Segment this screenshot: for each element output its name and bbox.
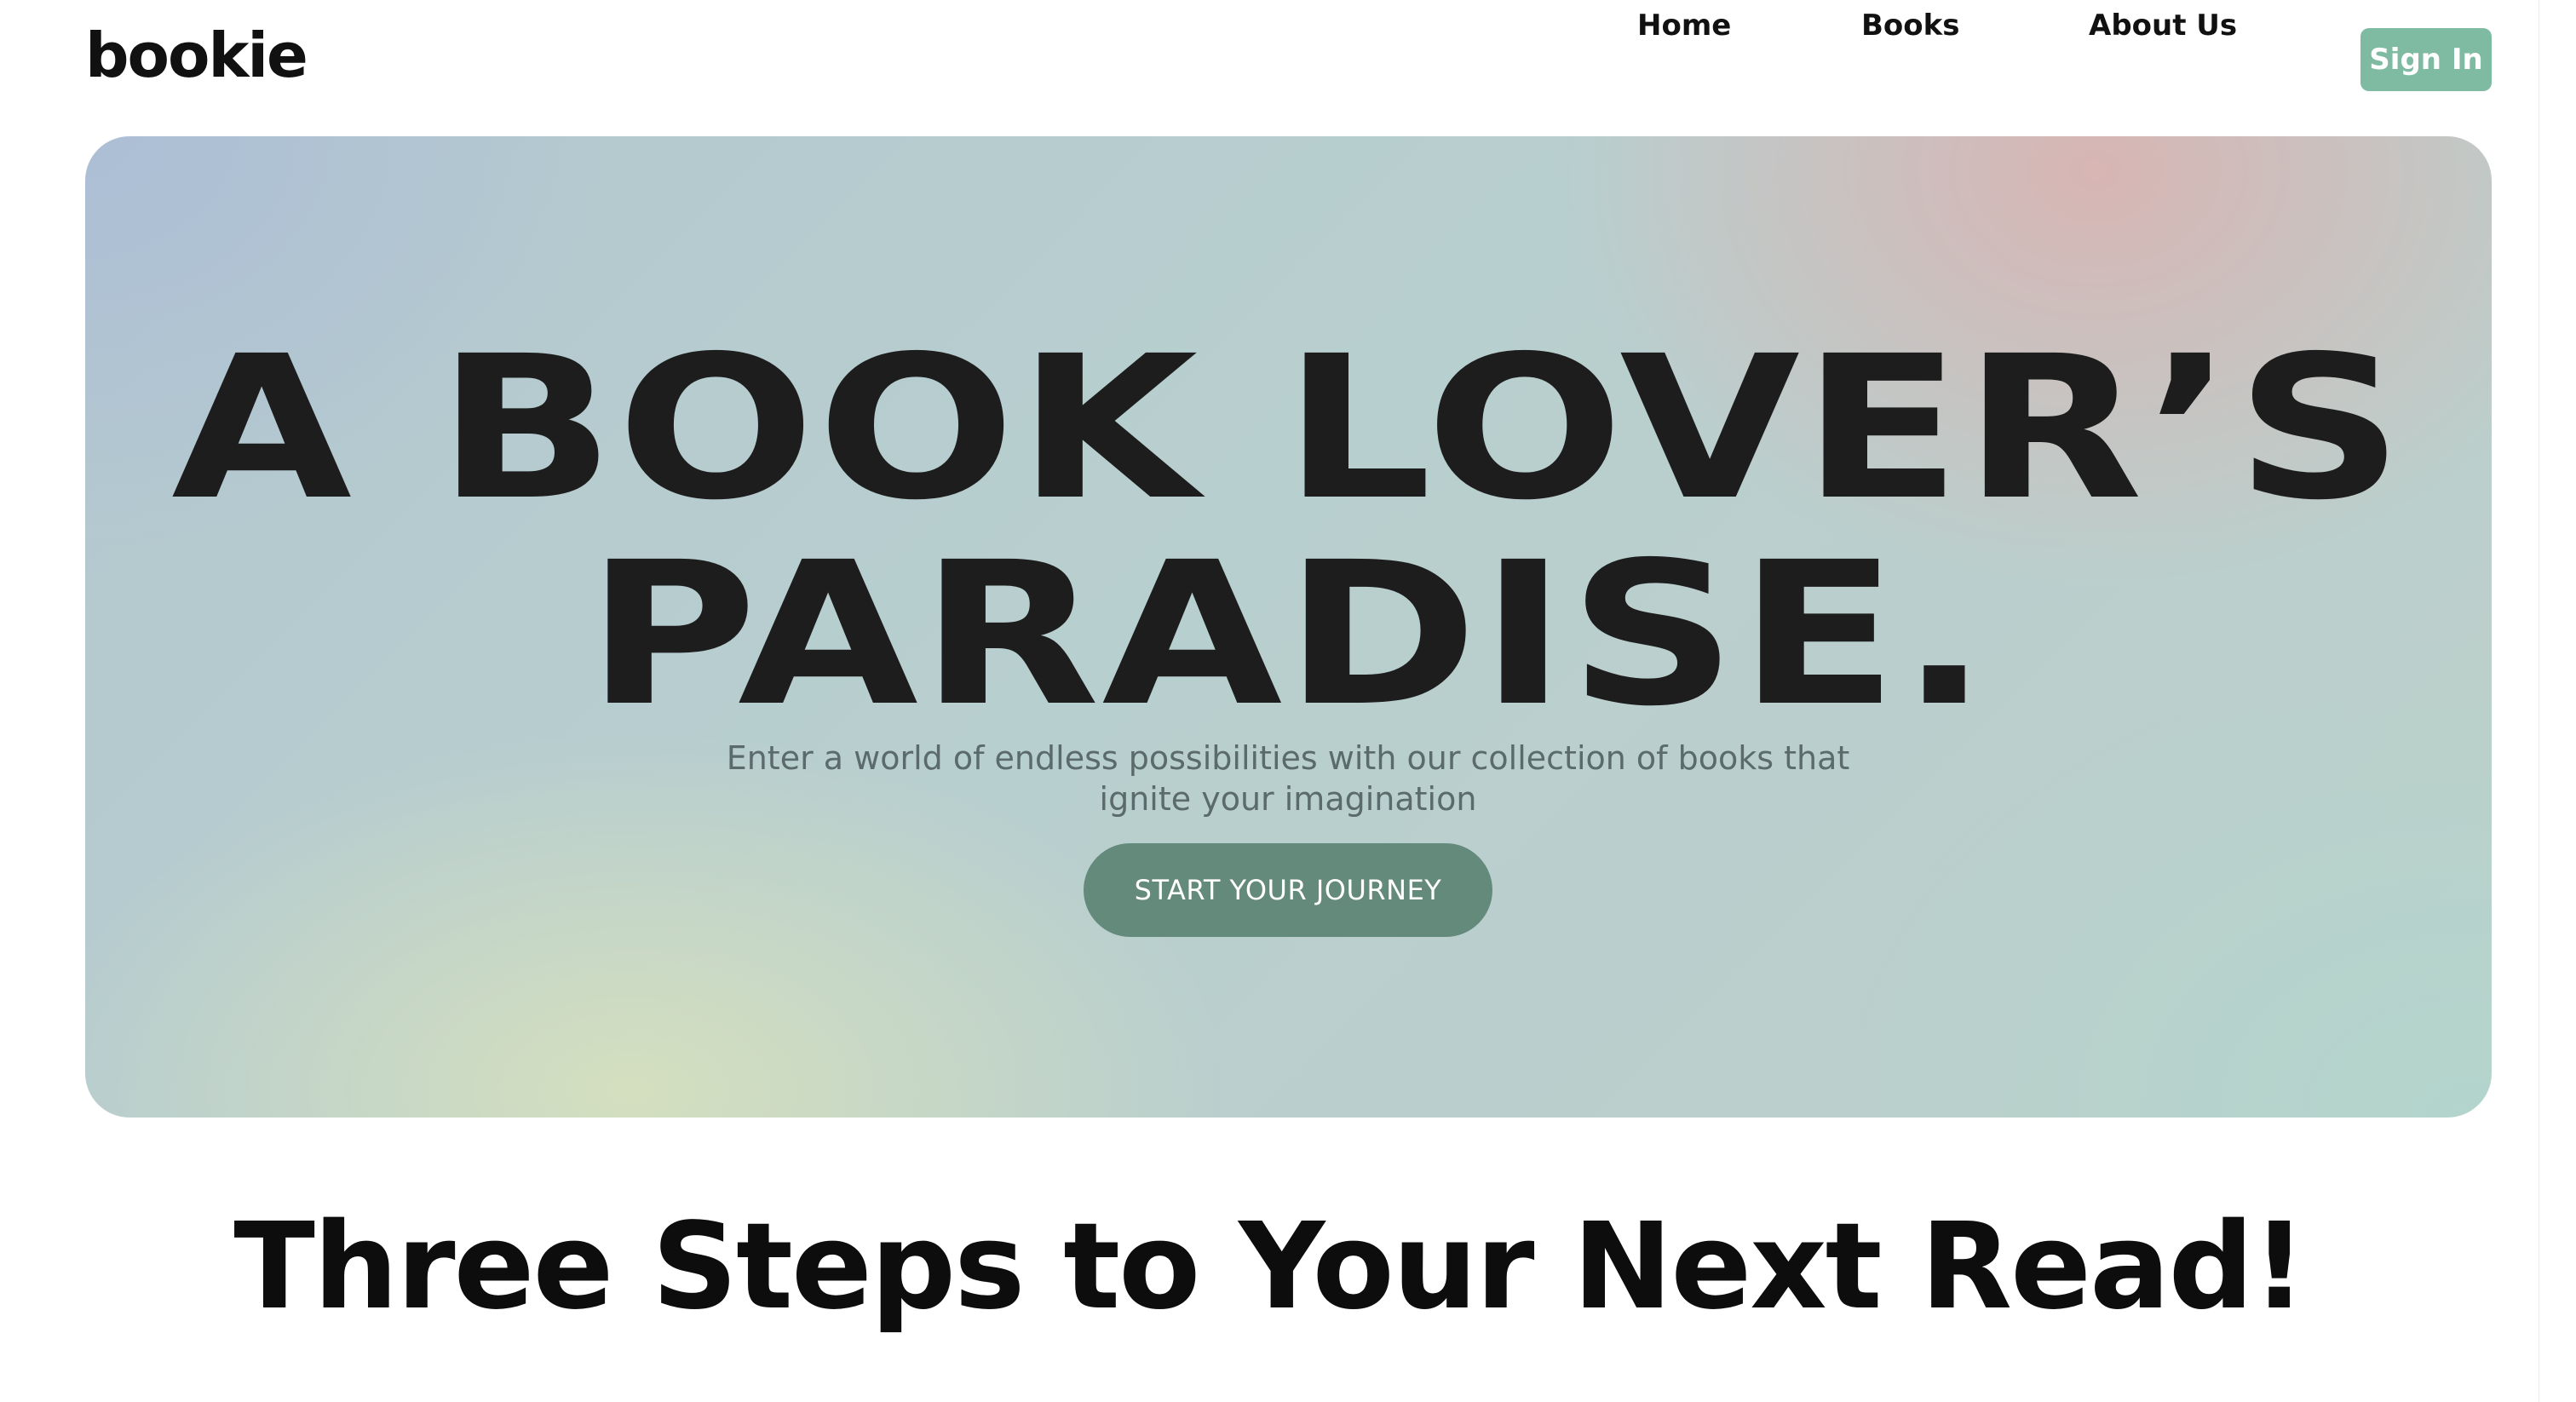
- hero-subtitle: Enter a world of endless possibilities w…: [726, 739, 1850, 818]
- hero-title-line-2: PARADISE.: [586, 520, 1991, 750]
- hero-banner: A BOOK LOVER’S PARADISE. Enter a world o…: [85, 136, 2492, 1118]
- start-journey-button[interactable]: START YOUR JOURNEY: [1084, 843, 1492, 937]
- nav-link-about-us[interactable]: About Us: [2089, 0, 2237, 51]
- hero-title: A BOOK LOVER’S PARADISE.: [85, 325, 2492, 738]
- page-scrollbar[interactable]: [2539, 0, 2576, 1402]
- nav-link-books[interactable]: Books: [1861, 0, 1959, 51]
- page: bookie Home Books About Us Sign In A BOO…: [0, 0, 2576, 1402]
- brand-logo[interactable]: bookie: [85, 17, 308, 94]
- sign-in-button[interactable]: Sign In: [2360, 28, 2492, 91]
- nav-link-home[interactable]: Home: [1637, 0, 1731, 51]
- steps-section-title: Three Steps to Your Next Read!: [233, 1198, 2306, 1336]
- hero-title-line-1: A BOOK LOVER’S: [171, 313, 2406, 543]
- top-navbar: bookie Home Books About Us Sign In: [0, 0, 2539, 128]
